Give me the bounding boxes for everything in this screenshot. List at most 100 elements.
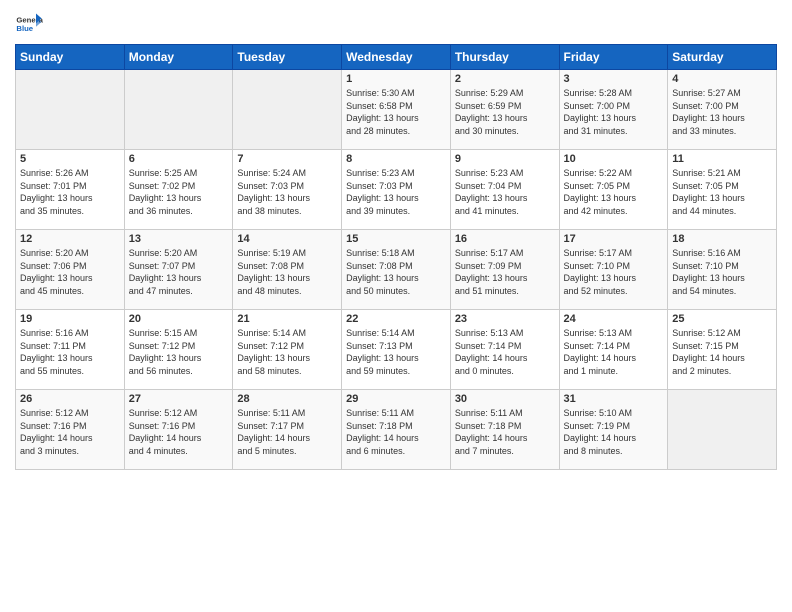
day-info: Sunrise: 5:12 AM Sunset: 7:16 PM Dayligh…: [129, 407, 229, 457]
day-info: Sunrise: 5:27 AM Sunset: 7:00 PM Dayligh…: [672, 87, 772, 137]
day-info: Sunrise: 5:22 AM Sunset: 7:05 PM Dayligh…: [564, 167, 664, 217]
day-number: 18: [672, 233, 772, 245]
day-number: 4: [672, 73, 772, 85]
day-info: Sunrise: 5:12 AM Sunset: 7:15 PM Dayligh…: [672, 327, 772, 377]
day-cell: 29Sunrise: 5:11 AM Sunset: 7:18 PM Dayli…: [342, 390, 451, 470]
day-info: Sunrise: 5:11 AM Sunset: 7:17 PM Dayligh…: [237, 407, 337, 457]
day-number: 22: [346, 313, 446, 325]
day-info: Sunrise: 5:14 AM Sunset: 7:12 PM Dayligh…: [237, 327, 337, 377]
day-number: 20: [129, 313, 229, 325]
day-cell: 15Sunrise: 5:18 AM Sunset: 7:08 PM Dayli…: [342, 230, 451, 310]
logo: General Blue: [15, 10, 43, 38]
day-cell: 25 Sunrise: 5:12 AM Sunset: 7:15 PM Dayli…: [668, 310, 777, 390]
header-row: SundayMondayTuesdayWednesdayThursdayFrid…: [16, 45, 777, 70]
col-header-wednesday: Wednesday: [342, 45, 451, 70]
day-number: 12: [20, 233, 120, 245]
svg-text:Blue: Blue: [16, 24, 33, 33]
day-cell: [668, 390, 777, 470]
day-number: 6: [129, 153, 229, 165]
day-info: Sunrise: 5:23 AM Sunset: 7:03 PM Dayligh…: [346, 167, 446, 217]
day-info: Sunrise: 5:20 AM Sunset: 7:06 PM Dayligh…: [20, 247, 120, 297]
col-header-monday: Monday: [124, 45, 233, 70]
day-number: 13: [129, 233, 229, 245]
day-cell: 5 Sunrise: 5:26 AM Sunset: 7:01 PM Daylig…: [16, 150, 125, 230]
day-number: 19: [20, 313, 120, 325]
day-cell: 24Sunrise: 5:13 AM Sunset: 7:14 PM Dayli…: [559, 310, 668, 390]
day-cell: 13 Sunrise: 5:20 AM Sunset: 7:07 PM Dayli…: [124, 230, 233, 310]
day-number: 27: [129, 393, 229, 405]
calendar-header: SundayMondayTuesdayWednesdayThursdayFrid…: [16, 45, 777, 70]
day-cell: 3 Sunrise: 5:28 AM Sunset: 7:00 PM Daylig…: [559, 70, 668, 150]
day-cell: 2 Sunrise: 5:29 AM Sunset: 6:59 PM Daylig…: [450, 70, 559, 150]
day-info: Sunrise: 5:16 AM Sunset: 7:10 PM Dayligh…: [672, 247, 772, 297]
logo-icon: General Blue: [15, 10, 43, 38]
calendar-table: SundayMondayTuesdayWednesdayThursdayFrid…: [15, 44, 777, 470]
day-cell: 16 Sunrise: 5:17 AM Sunset: 7:09 PM Dayli…: [450, 230, 559, 310]
day-info: Sunrise: 5:10 AM Sunset: 7:19 PM Dayligh…: [564, 407, 664, 457]
day-cell: 7 Sunrise: 5:24 AM Sunset: 7:03 PM Daylig…: [233, 150, 342, 230]
day-info: Sunrise: 5:23 AM Sunset: 7:04 PM Dayligh…: [455, 167, 555, 217]
col-header-friday: Friday: [559, 45, 668, 70]
day-info: Sunrise: 5:16 AM Sunset: 7:11 PM Dayligh…: [20, 327, 120, 377]
day-info: Sunrise: 5:18 AM Sunset: 7:08 PM Dayligh…: [346, 247, 446, 297]
header: General Blue: [15, 10, 777, 38]
day-cell: 22Sunrise: 5:14 AM Sunset: 7:13 PM Dayli…: [342, 310, 451, 390]
day-cell: 11Sunrise: 5:21 AM Sunset: 7:05 PM Dayli…: [668, 150, 777, 230]
day-cell: 6 Sunrise: 5:25 AM Sunset: 7:02 PM Daylig…: [124, 150, 233, 230]
day-number: 17: [564, 233, 664, 245]
day-number: 1: [346, 73, 446, 85]
day-info: Sunrise: 5:20 AM Sunset: 7:07 PM Dayligh…: [129, 247, 229, 297]
day-info: Sunrise: 5:15 AM Sunset: 7:12 PM Dayligh…: [129, 327, 229, 377]
day-number: 8: [346, 153, 446, 165]
day-number: 21: [237, 313, 337, 325]
day-number: 10: [564, 153, 664, 165]
calendar-body: 1 Sunrise: 5:30 AM Sunset: 6:58 PM Daylig…: [16, 70, 777, 470]
day-info: Sunrise: 5:30 AM Sunset: 6:58 PM Dayligh…: [346, 87, 446, 137]
day-info: Sunrise: 5:24 AM Sunset: 7:03 PM Dayligh…: [237, 167, 337, 217]
day-cell: [233, 70, 342, 150]
day-cell: [124, 70, 233, 150]
week-row-4: 19 Sunrise: 5:16 AM Sunset: 7:11 PM Dayli…: [16, 310, 777, 390]
day-number: 26: [20, 393, 120, 405]
day-cell: 30Sunrise: 5:11 AM Sunset: 7:18 PM Dayli…: [450, 390, 559, 470]
day-info: Sunrise: 5:28 AM Sunset: 7:00 PM Dayligh…: [564, 87, 664, 137]
day-cell: 27 Sunrise: 5:12 AM Sunset: 7:16 PM Dayli…: [124, 390, 233, 470]
day-info: Sunrise: 5:13 AM Sunset: 7:14 PM Dayligh…: [564, 327, 664, 377]
day-cell: 28 Sunrise: 5:11 AM Sunset: 7:17 PM Dayli…: [233, 390, 342, 470]
week-row-1: 1 Sunrise: 5:30 AM Sunset: 6:58 PM Daylig…: [16, 70, 777, 150]
day-number: 28: [237, 393, 337, 405]
day-info: Sunrise: 5:11 AM Sunset: 7:18 PM Dayligh…: [455, 407, 555, 457]
day-info: Sunrise: 5:26 AM Sunset: 7:01 PM Dayligh…: [20, 167, 120, 217]
day-info: Sunrise: 5:19 AM Sunset: 7:08 PM Dayligh…: [237, 247, 337, 297]
day-cell: 12 Sunrise: 5:20 AM Sunset: 7:06 PM Dayli…: [16, 230, 125, 310]
day-info: Sunrise: 5:25 AM Sunset: 7:02 PM Dayligh…: [129, 167, 229, 217]
day-cell: 23 Sunrise: 5:13 AM Sunset: 7:14 PM Dayli…: [450, 310, 559, 390]
day-number: 5: [20, 153, 120, 165]
day-cell: 17Sunrise: 5:17 AM Sunset: 7:10 PM Dayli…: [559, 230, 668, 310]
day-number: 25: [672, 313, 772, 325]
day-number: 7: [237, 153, 337, 165]
col-header-saturday: Saturday: [668, 45, 777, 70]
day-info: Sunrise: 5:17 AM Sunset: 7:09 PM Dayligh…: [455, 247, 555, 297]
day-info: Sunrise: 5:29 AM Sunset: 6:59 PM Dayligh…: [455, 87, 555, 137]
day-number: 9: [455, 153, 555, 165]
day-number: 23: [455, 313, 555, 325]
week-row-3: 12 Sunrise: 5:20 AM Sunset: 7:06 PM Dayli…: [16, 230, 777, 310]
day-number: 16: [455, 233, 555, 245]
day-number: 2: [455, 73, 555, 85]
col-header-thursday: Thursday: [450, 45, 559, 70]
week-row-5: 26 Sunrise: 5:12 AM Sunset: 7:16 PM Dayli…: [16, 390, 777, 470]
col-header-sunday: Sunday: [16, 45, 125, 70]
day-info: Sunrise: 5:13 AM Sunset: 7:14 PM Dayligh…: [455, 327, 555, 377]
page-container: General Blue SundayMondayTuesdayWednesda…: [0, 0, 792, 480]
day-info: Sunrise: 5:12 AM Sunset: 7:16 PM Dayligh…: [20, 407, 120, 457]
day-number: 11: [672, 153, 772, 165]
day-number: 31: [564, 393, 664, 405]
day-cell: 14 Sunrise: 5:19 AM Sunset: 7:08 PM Dayli…: [233, 230, 342, 310]
col-header-tuesday: Tuesday: [233, 45, 342, 70]
day-cell: 9 Sunrise: 5:23 AM Sunset: 7:04 PM Daylig…: [450, 150, 559, 230]
day-number: 3: [564, 73, 664, 85]
day-number: 14: [237, 233, 337, 245]
day-cell: 10 Sunrise: 5:22 AM Sunset: 7:05 PM Dayli…: [559, 150, 668, 230]
day-cell: [16, 70, 125, 150]
